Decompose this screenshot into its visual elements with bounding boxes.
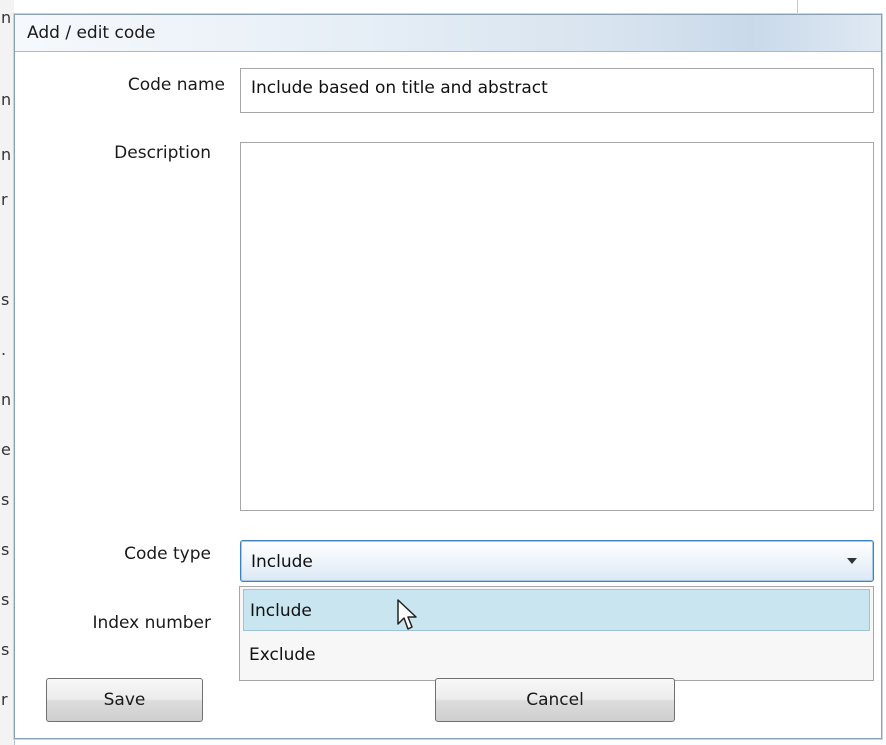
- background-text-fragment: r: [1, 690, 8, 709]
- code-type-dropdown-list: Include Exclude: [239, 586, 874, 681]
- background-window-top: [14, 0, 886, 14]
- background-text-fragment: n: [1, 145, 12, 164]
- background-text-fragment: s: [1, 290, 10, 309]
- mouse-pointer-icon: [397, 599, 417, 630]
- cancel-button[interactable]: Cancel: [435, 678, 675, 722]
- index-number-label: Index number: [92, 613, 211, 633]
- background-text-fragment: s: [1, 540, 10, 559]
- background-text-fragment: e: [1, 440, 11, 459]
- chevron-down-icon[interactable]: [847, 558, 857, 564]
- code-name-value: Include based on title and abstract: [251, 78, 548, 98]
- dialog-title: Add / edit code: [27, 23, 156, 43]
- background-text-fragment: s: [1, 640, 10, 659]
- background-text-fragment: s: [1, 490, 10, 509]
- code-name-label: Code name: [127, 75, 225, 95]
- background-window-edge: n n n r s . n e s s s s r: [0, 0, 15, 745]
- background-text-fragment: .: [1, 340, 7, 359]
- dropdown-option-label: Include: [250, 601, 312, 621]
- background-text-fragment: s: [1, 590, 10, 609]
- add-edit-code-dialog: Add / edit code Code name Include based …: [14, 14, 882, 739]
- background-divider: [797, 0, 798, 14]
- background-text-fragment: n: [1, 390, 12, 409]
- save-button[interactable]: Save: [46, 678, 203, 722]
- code-type-select[interactable]: Include: [240, 540, 874, 582]
- background-text-fragment: n: [1, 90, 12, 109]
- dropdown-option-include[interactable]: Include: [243, 589, 870, 631]
- dropdown-option-exclude[interactable]: Exclude: [243, 634, 870, 676]
- code-type-selected-value: Include: [251, 552, 313, 572]
- code-name-input[interactable]: Include based on title and abstract: [240, 68, 874, 113]
- description-label: Description: [114, 143, 211, 163]
- description-textarea[interactable]: [240, 142, 874, 511]
- code-type-label: Code type: [124, 544, 211, 564]
- dialog-titlebar[interactable]: Add / edit code: [15, 15, 881, 52]
- background-text-fragment: n: [1, 8, 12, 27]
- dropdown-option-label: Exclude: [249, 645, 316, 665]
- background-text-fragment: r: [1, 190, 8, 209]
